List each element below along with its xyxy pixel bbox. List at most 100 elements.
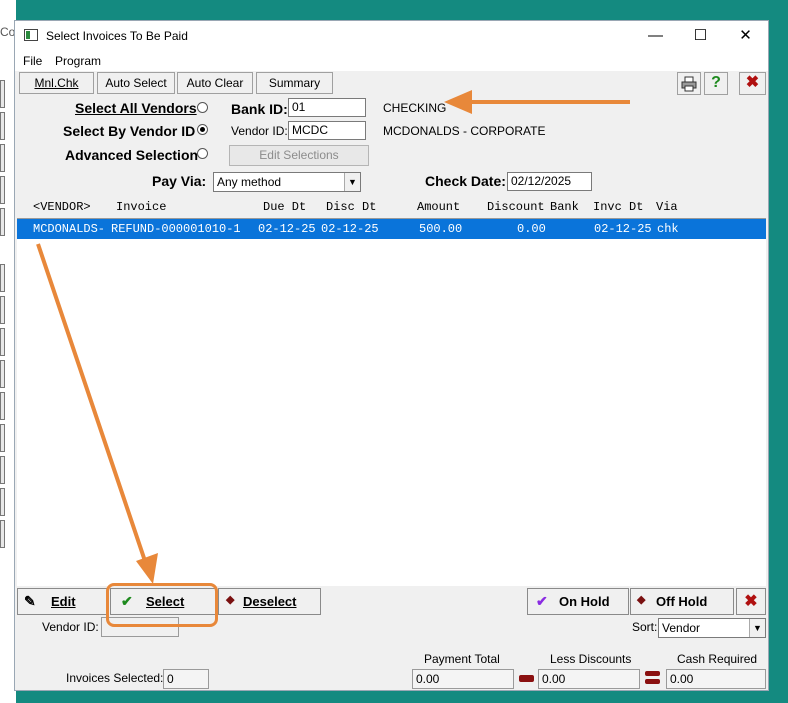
advanced-selection-label: Advanced Selection [65,147,199,163]
background-strip [0,456,5,484]
pay-via-select[interactable]: Any method ▼ [213,172,361,192]
cash-required-field: 0.00 [666,669,766,689]
background-strip [0,328,5,356]
cell-discount: 0.00 [517,222,546,236]
vendor-id-label: Vendor ID: [231,124,288,138]
edit-button[interactable]: ✎ Edit [17,588,109,615]
off-hold-button[interactable]: ◆ Off Hold [630,588,734,615]
background-strip [0,296,5,324]
off-hold-button-label: Off Hold [656,594,708,609]
background-strip [0,176,5,204]
minimize-button[interactable]: — [633,21,678,51]
pay-via-label: Pay Via: [152,173,207,189]
bank-name: CHECKING [383,101,447,115]
invoice-list[interactable] [17,218,766,586]
cell-invc-dt: 02-12-25 [594,222,652,236]
help-icon[interactable]: ? [704,72,728,95]
bank-id-field[interactable]: 01 [288,98,366,117]
maximize-button[interactable]: ☐ [678,21,723,51]
less-discounts-label: Less Discounts [550,652,632,666]
sort-label: Sort: [632,620,658,634]
close-list-icon[interactable]: ✖ [736,588,766,615]
cell-disc-dt: 02-12-25 [321,222,379,236]
minus-icon [519,675,534,682]
column-header-invoice[interactable]: Invoice [116,200,166,214]
purple-checkmark-icon: ✔ [536,593,548,609]
cell-via: chk [657,222,679,236]
cash-required-label: Cash Required [677,652,758,666]
background-strip [0,488,5,516]
cell-invoice: REFUND-000001010-1 [111,222,241,236]
select-all-vendors-radio[interactable] [197,102,208,113]
menu-file[interactable]: File [23,54,42,68]
background-strip [0,144,5,172]
select-by-vendor-id-radio[interactable] [197,124,208,135]
chevron-down-icon: ▼ [344,173,360,191]
check-date-label: Check Date: [425,173,506,189]
background-strip [0,424,5,452]
background-strip [0,520,5,548]
summary-button[interactable]: Summary [256,72,333,94]
window-title: Select Invoices To Be Paid [46,29,188,43]
check-date-field[interactable]: 02/12/2025 [507,172,592,191]
pencil-icon: ✎ [24,593,36,609]
footer-vendor-id-label: Vendor ID: [42,620,99,634]
app-window-icon [24,29,38,41]
deselect-button-label: Deselect [243,594,297,609]
on-hold-button[interactable]: ✔ On Hold [527,588,629,615]
invoices-selected-label: Invoices Selected: [66,671,164,685]
column-header-via[interactable]: Via [656,200,678,214]
column-header-discount[interactable]: Discount [487,200,545,214]
invoices-selected-field: 0 [163,669,209,689]
column-header-disc-dt[interactable]: Disc Dt [326,200,376,214]
on-hold-button-label: On Hold [559,594,610,609]
printer-icon[interactable] [677,72,701,95]
cell-due-dt: 02-12-25 [258,222,316,236]
cell-amount: 500.00 [419,222,463,236]
diamond-icon: ◆ [637,594,646,606]
payment-total-field: 0.00 [412,669,514,689]
payment-total-label: Payment Total [424,652,500,666]
column-header-due-dt[interactable]: Due Dt [263,200,306,214]
auto-select-button[interactable]: Auto Select [97,72,175,94]
table-row[interactable]: MCDONALDS- REFUND-000001010-1 02-12-25 0… [17,219,766,239]
manual-check-button[interactable]: Mnl.Chk [19,72,94,94]
vendor-name: MCDONALDS - CORPORATE [383,124,546,138]
background-strip [0,208,5,236]
less-discounts-field: 0.00 [538,669,640,689]
manual-check-label: Mnl.Chk [34,76,79,90]
toolbar: Mnl.Chk Auto Select Auto Clear Summary ?… [15,71,768,96]
background-strip [0,392,5,420]
close-form-icon[interactable]: ✖ [739,72,766,95]
background-strip [0,112,5,140]
title-bar[interactable]: Select Invoices To Be Paid — ☐ ✕ [15,21,768,51]
auto-clear-button[interactable]: Auto Clear [177,72,253,94]
column-header-invc-dt[interactable]: Invc Dt [593,200,643,214]
equals-icon-top [645,671,660,676]
background-strip [0,264,5,292]
cell-vendor: MCDONALDS- [33,222,106,236]
background-strip [0,80,5,108]
advanced-selection-radio[interactable] [197,148,208,159]
close-window-button[interactable]: ✕ [723,21,768,51]
edit-selections-button[interactable]: Edit Selections [229,145,369,166]
chevron-down-icon: ▼ [749,619,765,637]
vendor-id-field[interactable]: MCDC [288,121,366,140]
column-header-amount[interactable]: Amount [417,200,460,214]
column-header-bank[interactable]: Bank [550,200,579,214]
menu-bar: File Program [15,51,768,71]
deselect-button[interactable]: ◆ Deselect [218,588,321,615]
diamond-icon: ◆ [226,594,235,606]
equals-icon-bottom [645,679,660,684]
background-strip [0,360,5,388]
select-all-vendors-label: Select All Vendors [75,100,197,116]
edit-button-label: Edit [51,594,76,609]
sort-select[interactable]: Vendor ▼ [658,618,766,638]
column-header-vendor[interactable]: <VENDOR> [33,200,91,214]
bank-id-label: Bank ID: [231,101,288,117]
select-by-vendor-id-label: Select By Vendor ID [63,123,196,139]
sort-value: Vendor [662,621,701,635]
menu-program[interactable]: Program [55,54,101,68]
annotation-highlight-box [106,583,218,627]
pay-via-value: Any method [217,175,282,189]
